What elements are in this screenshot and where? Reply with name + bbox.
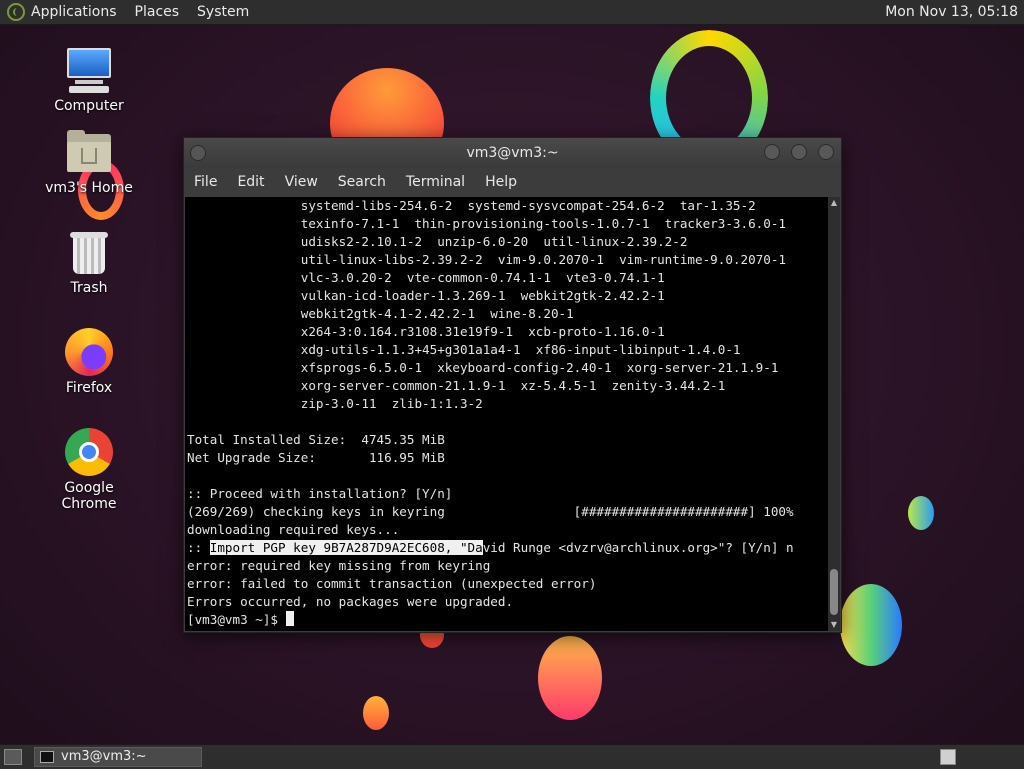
taskbar-terminal-button[interactable]: vm3@vm3:~ xyxy=(34,747,202,767)
scroll-down-icon[interactable]: ▼ xyxy=(828,619,840,631)
terminal-scrollbar[interactable]: ▲ ▼ xyxy=(828,197,840,631)
clock[interactable]: Mon Nov 13, 05:18 xyxy=(885,4,1018,20)
desktop-icon-computer[interactable]: Computer xyxy=(39,46,139,114)
terminal-line: Net Upgrade Size: 116.95 MiB xyxy=(187,450,445,465)
terminal-lines: systemd-libs-254.6-2 systemd-sysvcompat-… xyxy=(185,197,828,539)
terminal-line: x264-3:0.164.r3108.31e19f9-1 xcb-proto-1… xyxy=(187,324,665,339)
desktop-icon-label: Firefox xyxy=(65,380,113,396)
wallpaper-pink-egg xyxy=(538,636,602,720)
terminal-line: error: failed to commit transaction (une… xyxy=(187,576,597,591)
terminal-line: udisks2-2.10.1-2 unzip-6.0-20 util-linux… xyxy=(187,234,688,249)
desktop-icon-firefox[interactable]: Firefox xyxy=(39,328,139,396)
selected-text: Import PGP key 9B7A287D9A2EC608, "Da xyxy=(209,540,483,555)
taskbar-label: vm3@vm3:~ xyxy=(61,749,147,764)
desktop-icon-label: vm3's Home xyxy=(45,180,133,196)
terminal-line: xfsprogs-6.5.0-1 xkeyboard-config-2.40-1… xyxy=(187,360,779,375)
terminal-line: vulkan-icd-loader-1.3.269-1 webkit2gtk-2… xyxy=(187,288,665,303)
chrome-icon xyxy=(65,428,113,476)
menu-search[interactable]: Search xyxy=(338,174,386,190)
terminal-line: Total Installed Size: 4745.35 MiB xyxy=(187,432,445,447)
menu-system[interactable]: System xyxy=(197,4,249,20)
terminal-line: webkit2gtk-4.1-2.42.2-1 wine-8.20-1 xyxy=(187,306,574,321)
bottom-panel: vm3@vm3:~ xyxy=(0,744,1024,769)
wallpaper-green-egg xyxy=(908,496,934,530)
menu-help[interactable]: Help xyxy=(485,174,517,190)
terminal-icon xyxy=(40,751,54,763)
menu-places[interactable]: Places xyxy=(135,4,180,20)
terminal-line: xdg-utils-1.1.3+45+g301a1a4-1 xf86-input… xyxy=(187,342,741,357)
shell-prompt: [vm3@vm3 ~]$ xyxy=(187,612,286,627)
terminal-line: :: Proceed with installation? [Y/n] xyxy=(187,486,453,501)
scroll-thumb[interactable] xyxy=(830,569,838,615)
menu-edit[interactable]: Edit xyxy=(237,174,264,190)
terminal-line: zip-3.0-11 zlib-1:1.3-2 xyxy=(187,396,483,411)
desktop-icon-label: Google Chrome xyxy=(61,480,117,512)
computer-icon xyxy=(65,46,113,94)
terminal-line: Errors occurred, no packages were upgrad… xyxy=(187,594,514,609)
menu-terminal[interactable]: Terminal xyxy=(406,174,465,190)
distro-logo-icon[interactable] xyxy=(7,3,25,21)
pgp-line: :: Import PGP key 9B7A287D9A2EC608, "Dav… xyxy=(187,540,794,555)
top-panel: Applications Places System Mon Nov 13, 0… xyxy=(0,0,1024,25)
menu-view[interactable]: View xyxy=(285,174,318,190)
terminal-line: error: required key missing from keyring xyxy=(187,558,491,573)
window-title: vm3@vm3:~ xyxy=(466,145,559,161)
terminal-line: downloading required keys... xyxy=(187,522,400,537)
workspace-switcher-icon[interactable] xyxy=(940,749,956,765)
menu-file[interactable]: File xyxy=(194,174,217,190)
terminal-line: util-linux-libs-2.39.2-2 vim-9.0.2070-1 … xyxy=(187,252,786,267)
trash-icon xyxy=(65,228,113,276)
desktop-icon-label: Trash xyxy=(70,280,108,296)
terminal-titlebar[interactable]: vm3@vm3:~ xyxy=(184,138,841,168)
minimize-icon[interactable] xyxy=(764,144,780,160)
terminal-line: xorg-server-common-21.1.9-1 xz-5.4.5-1 z… xyxy=(187,378,726,393)
terminal-output[interactable]: systemd-libs-254.6-2 systemd-sysvcompat-… xyxy=(185,197,828,631)
home-folder-icon xyxy=(65,128,113,176)
firefox-icon xyxy=(65,328,113,376)
terminal-line: vlc-3.0.20-2 vte-common-0.74.1-1 vte3-0.… xyxy=(187,270,665,285)
menu-applications[interactable]: Applications xyxy=(31,4,117,20)
close-icon[interactable] xyxy=(818,144,834,160)
desktop-icon-label: Computer xyxy=(54,98,124,114)
desktop-icon-home[interactable]: vm3's Home xyxy=(39,128,139,196)
desktop-icon-chrome[interactable]: Google Chrome xyxy=(39,428,139,512)
terminal-line: (269/269) checking keys in keyring [####… xyxy=(187,504,794,519)
terminal-error-lines: error: required key missing from keyring… xyxy=(185,557,828,611)
desktop-icon-trash[interactable]: Trash xyxy=(39,228,139,296)
wallpaper-small-egg xyxy=(363,696,389,730)
text-cursor xyxy=(285,611,294,626)
terminal-window[interactable]: vm3@vm3:~ File Edit View Search Terminal… xyxy=(183,137,842,633)
terminal-line: systemd-libs-254.6-2 systemd-sysvcompat-… xyxy=(187,198,756,213)
prompt-line[interactable]: [vm3@vm3 ~]$ xyxy=(185,611,828,629)
maximize-icon[interactable] xyxy=(791,144,807,160)
terminal-menubar: File Edit View Search Terminal Help xyxy=(184,168,841,196)
wallpaper-rainbow-egg xyxy=(840,584,902,666)
scroll-up-icon[interactable]: ▲ xyxy=(828,197,840,209)
window-menu-icon[interactable] xyxy=(190,145,206,161)
show-desktop-icon[interactable] xyxy=(4,749,22,765)
terminal-line: texinfo-7.1-1 thin-provisioning-tools-1.… xyxy=(187,216,786,231)
